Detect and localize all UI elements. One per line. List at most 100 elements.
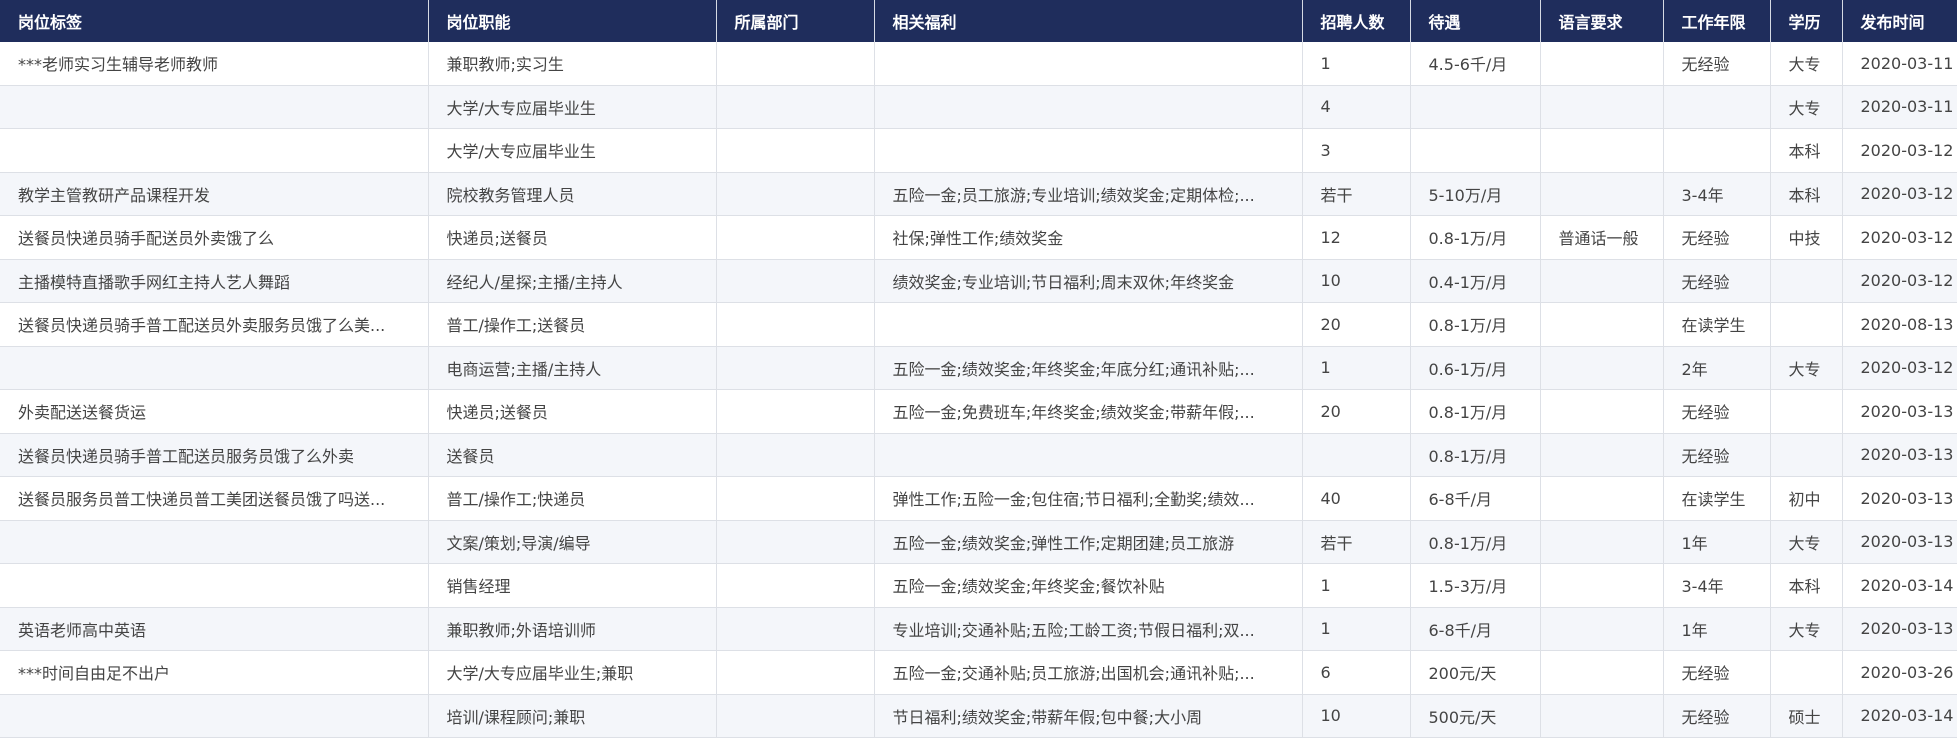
cell-benefits: 五险一金;绩效奖金;年终奖金;餐饮补贴 [874, 563, 1303, 608]
cell-department [716, 302, 875, 347]
cell-education: 大专 [1770, 85, 1843, 129]
cell-benefits [874, 302, 1303, 347]
table-row[interactable]: 送餐员快递员骑手配送员外卖饿了么 快递员;送餐员 社保;弹性工作;绩效奖金 12 0.8… [0, 215, 1957, 260]
cell-benefits [874, 433, 1303, 477]
cell-salary: 0.8-1万/月 [1410, 302, 1541, 347]
cell-publish-date: 2020-03-11 [1842, 42, 1957, 86]
cell-experience: 无经验 [1663, 433, 1771, 477]
cell-salary [1410, 128, 1541, 173]
column-header-publish-date[interactable]: 发布时间 [1842, 0, 1957, 42]
cell-publish-date: 2020-03-12 [1842, 172, 1957, 216]
cell-headcount: 1 [1302, 346, 1411, 390]
cell-job-tags: 送餐员服务员普工快递员普工美团送餐员饿了吗送... [0, 476, 429, 521]
cell-publish-date: 2020-03-13 [1842, 433, 1957, 477]
cell-job-function: 文案/策划;导演/编导 [428, 520, 717, 564]
cell-job-tags: 教学主管教研产品课程开发 [0, 172, 429, 216]
cell-salary [1410, 85, 1541, 129]
cell-job-function: 销售经理 [428, 563, 717, 608]
table-row[interactable]: 培训/课程顾问;兼职 节日福利;绩效奖金;带薪年假;包中餐;大小周 10 500元/天… [0, 694, 1957, 738]
cell-job-tags [0, 128, 429, 173]
cell-language [1540, 563, 1664, 608]
cell-department [716, 389, 875, 434]
cell-experience: 2年 [1663, 346, 1771, 390]
column-header-headcount[interactable]: 招聘人数 [1302, 0, 1411, 42]
cell-department [716, 476, 875, 521]
cell-benefits: 绩效奖金;专业培训;节日福利;周末双休;年终奖金 [874, 259, 1303, 303]
cell-job-function: 送餐员 [428, 433, 717, 477]
cell-job-tags: 主播模特直播歌手网红主持人艺人舞蹈 [0, 259, 429, 303]
cell-education: 中技 [1770, 215, 1843, 260]
column-header-experience[interactable]: 工作年限 [1663, 0, 1771, 42]
cell-salary: 0.8-1万/月 [1410, 520, 1541, 564]
cell-department [716, 346, 875, 390]
cell-language [1540, 433, 1664, 477]
table-row[interactable]: 送餐员快递员骑手普工配送员服务员饿了么外卖 送餐员 0.8-1万/月 无经验 2020-… [0, 433, 1957, 477]
table-row[interactable]: 大学/大专应届毕业生 3 本科 2020-03-12 [0, 128, 1957, 173]
cell-department [716, 433, 875, 477]
column-header-benefits[interactable]: 相关福利 [874, 0, 1303, 42]
cell-language [1540, 520, 1664, 564]
cell-language [1540, 128, 1664, 173]
cell-publish-date: 2020-08-13 [1842, 302, 1957, 347]
column-header-language[interactable]: 语言要求 [1540, 0, 1664, 42]
column-header-job-tags[interactable]: 岗位标签 [0, 0, 429, 42]
cell-department [716, 42, 875, 86]
table-row[interactable]: 送餐员服务员普工快递员普工美团送餐员饿了吗送... 普工/操作工;快递员 弹性工作;… [0, 476, 1957, 521]
table-row[interactable]: 送餐员快递员骑手普工配送员外卖服务员饿了么美... 普工/操作工;送餐员 20 0.8… [0, 302, 1957, 347]
cell-job-tags [0, 85, 429, 129]
cell-benefits: 弹性工作;五险一金;包住宿;节日福利;全勤奖;绩效... [874, 476, 1303, 521]
cell-job-tags: 送餐员快递员骑手普工配送员外卖服务员饿了么美... [0, 302, 429, 347]
table-row[interactable]: 外卖配送送餐货运 快递员;送餐员 五险一金;免费班车;年终奖金;绩效奖金;带薪年假;… [0, 389, 1957, 434]
cell-headcount: 4 [1302, 85, 1411, 129]
table-row[interactable]: 大学/大专应届毕业生 4 大专 2020-03-11 [0, 85, 1957, 129]
cell-experience: 无经验 [1663, 215, 1771, 260]
cell-publish-date: 2020-03-12 [1842, 128, 1957, 173]
cell-benefits [874, 128, 1303, 173]
cell-salary: 0.8-1万/月 [1410, 433, 1541, 477]
cell-job-function: 院校教务管理人员 [428, 172, 717, 216]
cell-headcount: 1 [1302, 563, 1411, 608]
table-row[interactable]: 销售经理 五险一金;绩效奖金;年终奖金;餐饮补贴 1 1.5-3万/月 3-4年 本科 20… [0, 563, 1957, 608]
cell-job-tags: 送餐员快递员骑手配送员外卖饿了么 [0, 215, 429, 260]
cell-job-function: 兼职教师;外语培训师 [428, 607, 717, 651]
table-row[interactable]: 文案/策划;导演/编导 五险一金;绩效奖金;弹性工作;定期团建;员工旅游 若干 0.8… [0, 520, 1957, 564]
cell-job-function: 大学/大专应届毕业生;兼职 [428, 650, 717, 695]
cell-job-function: 经纪人/星探;主播/主持人 [428, 259, 717, 303]
table-row[interactable]: 电商运营;主播/主持人 五险一金;绩效奖金;年终奖金;年底分红;通讯补贴;... 1… [0, 346, 1957, 390]
cell-experience: 3-4年 [1663, 563, 1771, 608]
cell-education: 大专 [1770, 42, 1843, 86]
cell-department [716, 259, 875, 303]
table-row[interactable]: 主播模特直播歌手网红主持人艺人舞蹈 经纪人/星探;主播/主持人 绩效奖金;专业培训;… [0, 259, 1957, 303]
cell-benefits: 五险一金;免费班车;年终奖金;绩效奖金;带薪年假;... [874, 389, 1303, 434]
cell-education [1770, 302, 1843, 347]
cell-publish-date: 2020-03-13 [1842, 607, 1957, 651]
cell-education [1770, 259, 1843, 303]
cell-salary: 200元/天 [1410, 650, 1541, 695]
cell-headcount: 20 [1302, 302, 1411, 347]
cell-headcount: 10 [1302, 694, 1411, 738]
header-row: 岗位标签 岗位职能 所属部门 相关福利 招聘人数 待遇 语言要求 工作年限 学历… [0, 0, 1957, 42]
cell-experience: 无经验 [1663, 650, 1771, 695]
table-row[interactable]: ***时间自由足不出户 大学/大专应届毕业生;兼职 五险一金;交通补贴;员工旅游;出… [0, 650, 1957, 695]
table-row[interactable]: 教学主管教研产品课程开发 院校教务管理人员 五险一金;员工旅游;专业培训;绩效奖金;… [0, 172, 1957, 216]
cell-headcount: 1 [1302, 607, 1411, 651]
cell-salary: 500元/天 [1410, 694, 1541, 738]
cell-language [1540, 346, 1664, 390]
column-header-education[interactable]: 学历 [1770, 0, 1843, 42]
cell-experience: 无经验 [1663, 694, 1771, 738]
table-row[interactable]: 英语老师高中英语 兼职教师;外语培训师 专业培训;交通补贴;五险;工龄工资;节假日福… [0, 607, 1957, 651]
cell-language [1540, 259, 1664, 303]
cell-education: 本科 [1770, 172, 1843, 216]
cell-publish-date: 2020-03-14 [1842, 694, 1957, 738]
cell-publish-date: 2020-03-12 [1842, 346, 1957, 390]
cell-publish-date: 2020-03-13 [1842, 476, 1957, 521]
cell-benefits: 节日福利;绩效奖金;带薪年假;包中餐;大小周 [874, 694, 1303, 738]
table-row[interactable]: ***老师实习生辅导老师教师 兼职教师;实习生 1 4.5-6千/月 无经验 大专 2020… [0, 42, 1957, 86]
cell-experience: 1年 [1663, 607, 1771, 651]
cell-language: 普通话一般 [1540, 215, 1664, 260]
cell-headcount: 10 [1302, 259, 1411, 303]
column-header-job-function[interactable]: 岗位职能 [428, 0, 717, 42]
cell-benefits: 社保;弹性工作;绩效奖金 [874, 215, 1303, 260]
column-header-department[interactable]: 所属部门 [716, 0, 875, 42]
column-header-salary[interactable]: 待遇 [1410, 0, 1541, 42]
